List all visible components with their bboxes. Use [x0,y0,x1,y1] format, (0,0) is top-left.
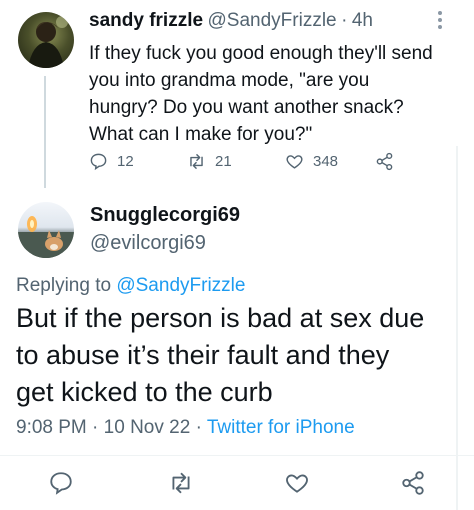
tweet1-line: you into grandma mode, "are you [89,70,370,91]
tweet1-header: sandy frizzle @SandyFrizzle · 4h [89,10,373,32]
tweet2-line: to abuse it’s their fault and they [16,340,390,370]
avatar-snugglecorgi69[interactable] [18,202,74,258]
share-icon [402,471,424,495]
share-icon [376,152,393,171]
share-button[interactable] [375,152,403,171]
replying-mention-link[interactable]: @SandyFrizzle [116,275,245,296]
retweet-count: 21 [215,153,232,170]
tweet1-line: hungry? Do you want another snack? [89,97,404,118]
tweet2-line: get kicked to the curb [16,377,273,407]
tweet-time[interactable]: 9:08 PM [16,417,87,438]
header-separator: · [341,10,348,31]
avatar-sandy-frizzle[interactable] [18,12,74,68]
tweet1-text: If they fuck you good enough they'll sen… [89,40,459,148]
tweet-date[interactable]: 10 Nov 22 [104,417,191,438]
display-name[interactable]: sandy frizzle [89,10,203,31]
display-name[interactable]: Snugglecorgi69 [90,204,240,227]
more-icon [438,11,442,29]
thread-connector-line [44,76,46,188]
more-button[interactable] [437,8,443,37]
tweet-time[interactable]: 4h [352,10,373,31]
retweet-button[interactable]: 21 [187,152,232,171]
reply-icon [50,472,72,495]
tweet2-line: But if the person is bad at sex due [16,303,425,333]
meta-separator: · [92,417,99,438]
user-handle[interactable]: @evilcorgi69 [90,232,206,255]
like-button[interactable]: 348 [285,152,338,171]
heart-icon [286,474,308,493]
avatar-photo [18,216,74,258]
like-button[interactable] [284,470,310,496]
tweet-source-link[interactable]: Twitter for iPhone [207,417,355,438]
meta-separator: · [195,417,202,438]
tweet-metadata: 9:08 PM · 10 Nov 22 · Twitter for iPhone [16,417,355,439]
tweet1-line: If they fuck you good enough they'll sen… [89,43,433,64]
tweet2-action-bar [0,470,474,500]
reply-icon [90,153,107,171]
divider [0,455,474,456]
reply-button[interactable] [48,470,74,496]
replying-prefix: Replying to [16,275,112,296]
heart-icon [286,155,303,169]
retweet-button[interactable] [168,470,194,496]
replying-to: Replying to @SandyFrizzle [16,275,245,297]
tweet2-text: But if the person is bad at sex due to a… [16,300,466,411]
reply-button[interactable]: 12 [89,152,134,171]
share-button[interactable] [400,470,426,496]
retweet-icon [172,472,190,494]
avatar-photo [28,16,68,68]
reply-count: 12 [117,153,134,170]
like-count: 348 [313,153,339,170]
tweet1-action-bar: 12 21 348 [89,152,429,176]
retweet-icon [190,153,203,170]
user-handle[interactable]: @SandyFrizzle [208,10,337,31]
tweet1-line: What can I make for you?" [89,124,313,145]
